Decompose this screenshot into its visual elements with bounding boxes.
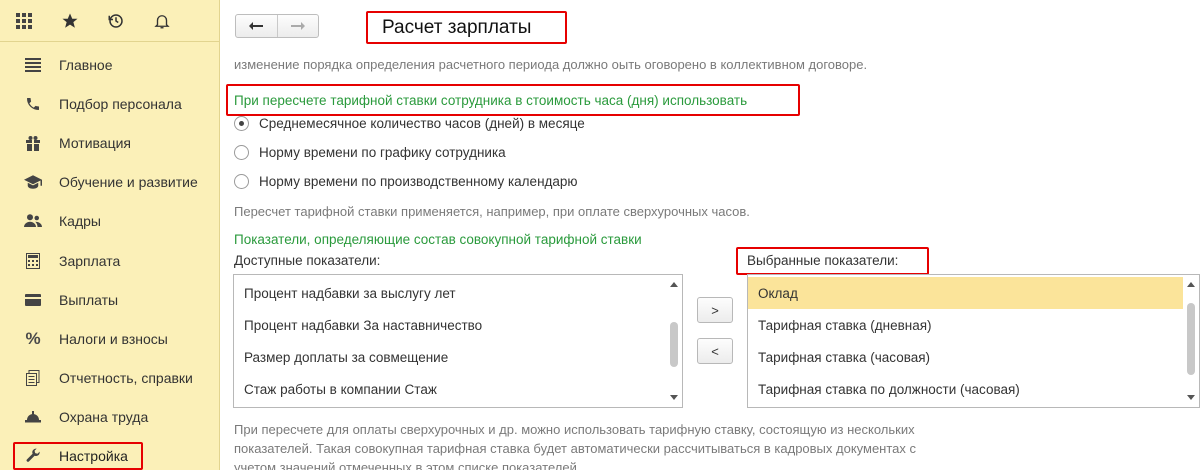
bottom-note-line-3: учетом значений отмеченных в этом списке… xyxy=(234,460,577,470)
sidebar-item-label: Подбор персонала xyxy=(59,95,182,112)
people-icon xyxy=(22,211,44,231)
helmet-icon xyxy=(22,407,44,427)
list-item[interactable]: Размер доплаты за совмещение xyxy=(234,341,666,373)
sidebar-item-settings[interactable]: Настройка xyxy=(0,437,219,470)
scroll-up-icon[interactable] xyxy=(1187,282,1195,287)
list-item[interactable]: Тарифная ставка (дневная) xyxy=(748,309,1183,341)
bottom-note-line-1: При пересчете для оплаты сверхурочных и … xyxy=(234,422,915,437)
wallet-icon xyxy=(22,290,44,310)
radio-button[interactable] xyxy=(234,145,249,160)
sidebar-item-label: Налоги и взносы xyxy=(59,330,168,347)
star-icon[interactable] xyxy=(60,11,80,31)
sidebar-item-label: Главное xyxy=(59,56,113,73)
history-icon[interactable] xyxy=(106,11,126,31)
history-nav xyxy=(235,14,319,38)
sidebar-item-reports[interactable]: Отчетность, справки xyxy=(0,359,219,398)
selected-label: Выбранные показатели: xyxy=(747,253,899,268)
menu-lines-icon xyxy=(22,55,44,75)
sidebar-item-salary[interactable]: Зарплата xyxy=(0,241,219,280)
indicators-heading: Показатели, определяющие состав совокупн… xyxy=(234,232,642,247)
percent-icon: % xyxy=(25,328,41,348)
rate-heading: При пересчете тарифной ставки сотрудника… xyxy=(234,93,748,108)
sidebar-item-label: Охрана труда xyxy=(59,409,149,426)
page-title-frame: Расчет зарплаты xyxy=(366,11,567,44)
page-title: Расчет зарплаты xyxy=(382,16,532,38)
arrow-left-icon xyxy=(249,22,264,30)
period-note: изменение порядка определения расчетного… xyxy=(234,57,868,72)
scroll-up-icon[interactable] xyxy=(670,282,678,287)
remove-indicator-button[interactable]: < xyxy=(697,338,733,364)
settings-highlight-frame xyxy=(13,441,143,470)
radio-button[interactable] xyxy=(234,174,249,189)
sidebar-item-label: Отчетность, справки xyxy=(59,370,193,387)
sidebar-item-training[interactable]: Обучение и развитие xyxy=(0,163,219,202)
radio-production-calendar[interactable]: Норму времени по производственному кален… xyxy=(234,174,578,189)
list-item[interactable]: Стаж работы в компании Стаж xyxy=(234,373,666,405)
radio-average-hours[interactable]: Среднемесячное количество часов (дней) в… xyxy=(234,116,585,131)
scroll-down-icon[interactable] xyxy=(670,395,678,400)
main-panel: Расчет зарплаты изменение порядка опреде… xyxy=(221,0,1200,470)
list-item-selected[interactable]: Оклад xyxy=(748,277,1183,309)
bottom-note-line-2: показателей. Такая совокупная тарифная с… xyxy=(234,441,917,456)
graduation-cap-icon xyxy=(22,172,44,192)
forward-button[interactable] xyxy=(278,15,319,37)
apps-grid-icon[interactable] xyxy=(14,11,34,31)
list-item[interactable]: Процент надбавки За наставничество xyxy=(234,309,666,341)
back-button[interactable] xyxy=(236,15,278,37)
scroll-down-icon[interactable] xyxy=(1187,395,1195,400)
list-item[interactable]: Процент надбавки за выслугу лет xyxy=(234,277,666,309)
sidebar-nav: Главное Подбор персонала Мотивация Обуче… xyxy=(0,42,219,470)
scroll-thumb[interactable] xyxy=(1187,303,1195,375)
sidebar-item-personnel[interactable]: Кадры xyxy=(0,202,219,241)
list-item[interactable]: Тарифная ставка (часовая) xyxy=(748,341,1183,373)
available-label: Доступные показатели: xyxy=(234,253,381,268)
sidebar-toolbar xyxy=(0,0,219,42)
sidebar-item-motivation[interactable]: Мотивация xyxy=(0,123,219,162)
list-item[interactable]: Тарифная ставка по должности (часовая) xyxy=(748,373,1183,405)
sidebar-item-label: Обучение и развитие xyxy=(59,174,198,191)
calculator-icon xyxy=(22,251,44,271)
sidebar-item-recruitment[interactable]: Подбор персонала xyxy=(0,84,219,123)
radio-label: Среднемесячное количество часов (дней) в… xyxy=(259,116,585,131)
phone-icon xyxy=(22,94,44,114)
radio-label: Норму времени по графику сотрудника xyxy=(259,145,506,160)
radio-button-checked[interactable] xyxy=(234,116,249,131)
selected-scrollbar[interactable] xyxy=(1183,275,1199,407)
add-indicator-button[interactable]: > xyxy=(697,297,733,323)
sidebar-item-main[interactable]: Главное xyxy=(0,45,219,84)
sidebar-item-payments[interactable]: Выплаты xyxy=(0,280,219,319)
sidebar-item-label: Выплаты xyxy=(59,291,119,308)
scroll-thumb[interactable] xyxy=(670,322,678,367)
gift-icon xyxy=(22,133,44,153)
sidebar-item-labor-safety[interactable]: Охрана труда xyxy=(0,398,219,437)
selected-indicators-list[interactable]: Оклад Тарифная ставка (дневная) Тарифная… xyxy=(747,274,1200,408)
rate-note: Пересчет тарифной ставки применяется, на… xyxy=(234,204,750,219)
sidebar-item-taxes[interactable]: % Налоги и взносы xyxy=(0,319,219,358)
sidebar-item-label: Зарплата xyxy=(59,252,121,269)
radio-employee-schedule[interactable]: Норму времени по графику сотрудника xyxy=(234,145,506,160)
sidebar: Главное Подбор персонала Мотивация Обуче… xyxy=(0,0,220,470)
arrow-right-icon xyxy=(290,22,305,30)
available-scrollbar[interactable] xyxy=(666,275,682,407)
bell-icon[interactable] xyxy=(152,11,172,31)
available-indicators-list[interactable]: Процент надбавки за выслугу лет Процент … xyxy=(233,274,683,408)
sidebar-item-label: Кадры xyxy=(59,213,101,230)
sidebar-item-label: Мотивация xyxy=(59,134,132,151)
radio-label: Норму времени по производственному кален… xyxy=(259,174,578,189)
reports-icon xyxy=(22,368,44,388)
